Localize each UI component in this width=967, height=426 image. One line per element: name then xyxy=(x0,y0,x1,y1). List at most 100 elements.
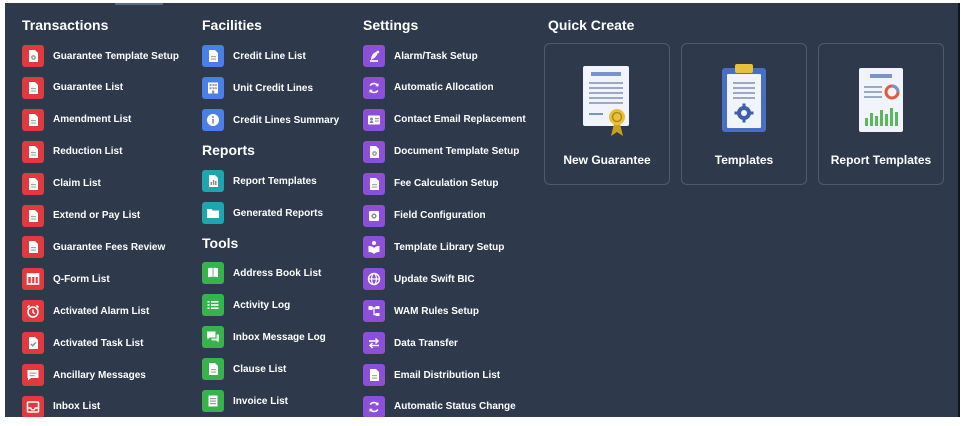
menu-item-label: Data Transfer xyxy=(394,337,458,349)
menu-item-label: Email Distribution List xyxy=(394,369,501,381)
menu-item-email-distribution-list[interactable]: Email Distribution List xyxy=(363,363,500,387)
menu-item-q-form-list[interactable]: Q-Form List xyxy=(22,267,110,291)
menu-item-extend-or-pay-list[interactable]: Extend or Pay List xyxy=(22,204,140,228)
reports-heading: Reports xyxy=(202,142,255,158)
menu-item-address-book-list[interactable]: Address Book List xyxy=(202,261,321,285)
menu-item-label: Alarm/Task Setup xyxy=(394,50,478,62)
menu-item-guarantee-list[interactable]: Guarantee List xyxy=(22,76,123,100)
menu-item-label: Report Templates xyxy=(233,175,317,187)
report-templates-card[interactable]: Report Templates xyxy=(818,43,944,185)
top-accent-bar xyxy=(115,3,163,5)
menu-item-alarm-task-setup[interactable]: Alarm/Task Setup xyxy=(363,44,478,68)
building-icon xyxy=(202,77,224,99)
settings-heading: Settings xyxy=(363,17,419,33)
certificate-icon xyxy=(545,62,669,142)
menu-item-label: WAM Rules Setup xyxy=(394,305,480,317)
document-icon xyxy=(22,140,44,163)
menu-item-unit-credit-lines[interactable]: Unit Credit Lines xyxy=(202,76,313,100)
menu-item-label: Activated Alarm List xyxy=(53,305,150,317)
menu-item-label: Amendment List xyxy=(53,114,132,126)
menu-item-guarantee-template-setup[interactable]: Guarantee Template Setup xyxy=(22,44,179,68)
menu-item-label: Field Configuration xyxy=(394,210,486,221)
menu-item-label: Update Swift BIC xyxy=(394,273,475,285)
menu-item-label: Guarantee Template Setup xyxy=(53,50,179,62)
menu-item-label: Inbox List xyxy=(53,401,101,413)
menu-item-field-configuration[interactable]: Field Configuration xyxy=(363,204,486,228)
menu-item-label: Ancillary Messages xyxy=(53,369,146,381)
facilities-heading: Facilities xyxy=(202,17,262,33)
menu-item-label: Template Library Setup xyxy=(394,241,505,253)
tools-heading: Tools xyxy=(202,235,239,251)
menu-item-report-templates[interactable]: Report Templates xyxy=(202,169,317,193)
menu-item-label: Reduction List xyxy=(53,146,123,158)
contact-card-icon xyxy=(363,108,385,131)
document-icon xyxy=(202,45,224,67)
menu-item-label: Credit Line List xyxy=(233,50,306,62)
menu-item-label: Guarantee List xyxy=(53,82,124,94)
menu-item-data-transfer[interactable]: Data Transfer xyxy=(363,331,458,355)
invoice-icon xyxy=(202,390,224,412)
inbox-icon xyxy=(22,395,44,417)
globe-icon xyxy=(363,268,385,291)
menu-item-label: Fee Calculation Setup xyxy=(394,178,499,190)
chat-icon xyxy=(202,326,224,348)
alarm-clock-icon xyxy=(22,300,44,323)
message-icon xyxy=(22,364,44,386)
templates-label: Templates xyxy=(714,153,774,167)
menu-item-label: Activated Task List xyxy=(53,337,144,349)
transfer-arrows-icon xyxy=(363,332,385,355)
menu-item-invoice-list[interactable]: Invoice List xyxy=(202,389,288,413)
menu-item-label: Clause List xyxy=(233,363,287,375)
gear-icon xyxy=(363,204,385,227)
document-gear-icon xyxy=(22,45,44,67)
folder-icon xyxy=(202,202,224,224)
document-icon xyxy=(22,172,44,195)
menu-item-document-template-setup[interactable]: Document Template Setup xyxy=(363,140,519,164)
menu-item-credit-lines-summary[interactable]: Credit Lines Summary xyxy=(202,108,339,132)
menu-item-automatic-status-change[interactable]: Automatic Status Change xyxy=(363,395,516,417)
sync-icon xyxy=(363,395,385,417)
menu-item-label: Generated Reports xyxy=(233,207,324,219)
menu-item-generated-reports[interactable]: Generated Reports xyxy=(202,201,323,225)
document-icon xyxy=(202,358,224,380)
menu-item-credit-line-list[interactable]: Credit Line List xyxy=(202,44,306,68)
clipboard-gear-icon xyxy=(682,62,806,142)
menu-item-update-swift-bic[interactable]: Update Swift BIC xyxy=(363,267,475,291)
panel-edge xyxy=(958,3,960,417)
menu-item-activated-alarm-list[interactable]: Activated Alarm List xyxy=(22,299,149,323)
address-book-icon xyxy=(202,262,224,284)
menu-panel: Transactions Guarantee Template Setup Gua… xyxy=(5,3,960,417)
new-guarantee-label: New Guarantee xyxy=(563,153,651,167)
document-icon xyxy=(363,172,385,195)
menu-item-amendment-list[interactable]: Amendment List xyxy=(22,108,131,132)
menu-item-reduction-list[interactable]: Reduction List xyxy=(22,140,122,164)
menu-item-label: Invoice List xyxy=(233,395,289,407)
table-icon xyxy=(22,268,44,291)
new-guarantee-card[interactable]: New Guarantee xyxy=(544,43,670,185)
menu-item-label: Contact Email Replacement xyxy=(394,114,526,126)
menu-item-claim-list[interactable]: Claim List xyxy=(22,172,101,196)
menu-item-fee-calculation-setup[interactable]: Fee Calculation Setup xyxy=(363,172,498,196)
menu-item-inbox-list[interactable]: Inbox List xyxy=(22,395,100,417)
document-icon xyxy=(22,204,44,227)
menu-item-label: Unit Credit Lines xyxy=(233,82,314,94)
menu-item-contact-email-replacement[interactable]: Contact Email Replacement xyxy=(363,108,526,132)
menu-item-template-library-setup[interactable]: Template Library Setup xyxy=(363,235,504,259)
menu-item-ancillary-messages[interactable]: Ancillary Messages xyxy=(22,363,146,387)
menu-item-clause-list[interactable]: Clause List xyxy=(202,357,286,381)
document-icon xyxy=(363,364,385,386)
menu-item-label: Claim List xyxy=(53,178,101,190)
quick-create-heading: Quick Create xyxy=(548,17,635,33)
templates-card[interactable]: Templates xyxy=(681,43,807,185)
task-check-icon xyxy=(22,332,44,355)
menu-item-activity-log[interactable]: Activity Log xyxy=(202,293,290,317)
menu-item-automatic-allocation[interactable]: Automatic Allocation xyxy=(363,76,494,100)
menu-item-activated-task-list[interactable]: Activated Task List xyxy=(22,331,143,355)
menu-item-guarantee-fees-review[interactable]: Guarantee Fees Review xyxy=(22,235,165,259)
menu-item-inbox-message-log[interactable]: Inbox Message Log xyxy=(202,325,326,349)
menu-item-wam-rules-setup[interactable]: WAM Rules Setup xyxy=(363,299,479,323)
list-icon xyxy=(202,294,224,316)
menu-item-label: Document Template Setup xyxy=(394,146,520,158)
document-icon xyxy=(22,76,44,99)
sync-icon xyxy=(363,76,385,99)
